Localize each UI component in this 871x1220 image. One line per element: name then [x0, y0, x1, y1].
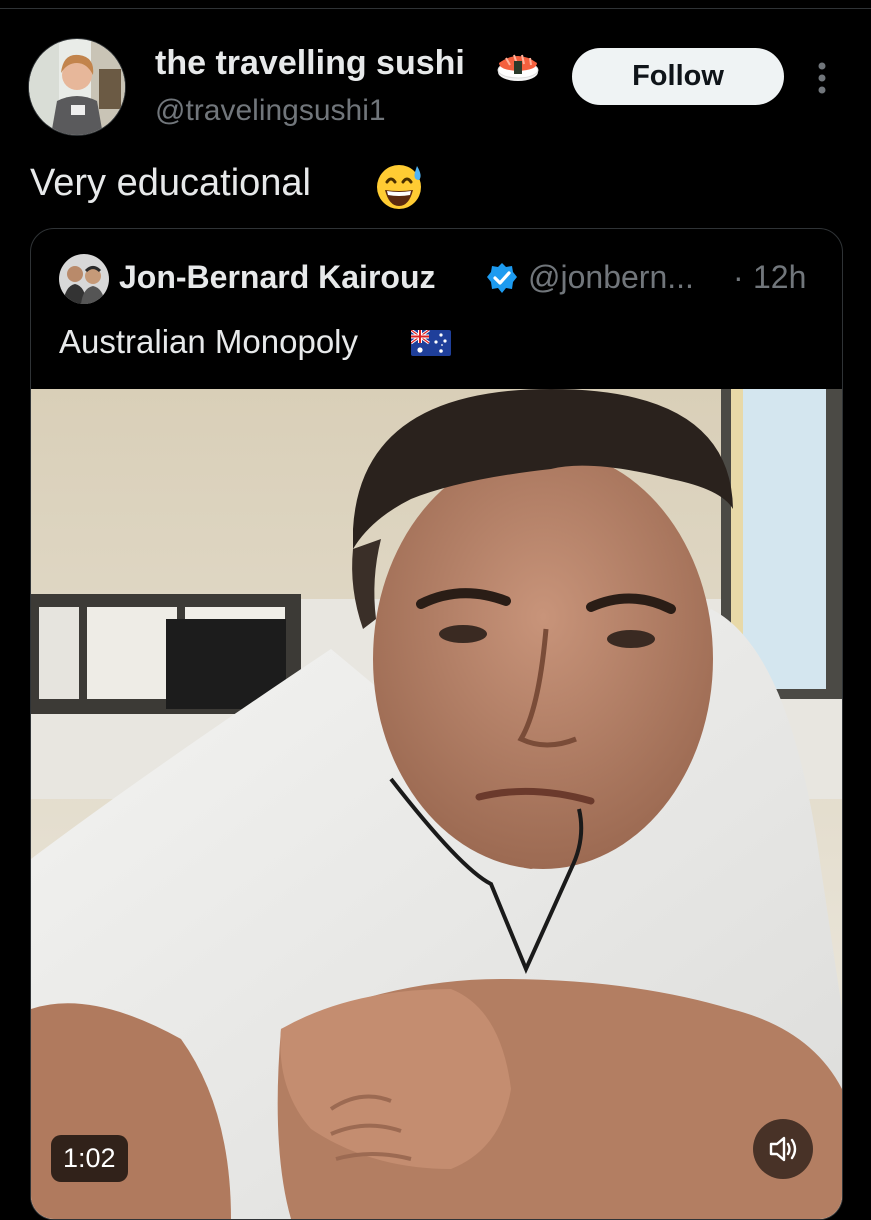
- quoted-author-name[interactable]: Jon-Bernard Kairouz: [119, 259, 435, 296]
- author-avatar[interactable]: [28, 38, 126, 136]
- separator-dot: ·: [733, 259, 744, 295]
- author-display-name[interactable]: the travelling sushi: [155, 44, 465, 83]
- video-duration-badge: 1:02: [51, 1135, 128, 1182]
- volume-button[interactable]: [753, 1119, 813, 1179]
- quoted-tweet-card[interactable]: Jon-Bernard Kairouz @jonbern... · 12h Au…: [30, 228, 843, 1220]
- follow-button[interactable]: Follow: [572, 48, 784, 105]
- quoted-author-handle[interactable]: @jonbern...: [528, 259, 694, 296]
- video-player[interactable]: 1:02: [31, 389, 842, 1219]
- author-handle[interactable]: @travelingsushi1: [155, 94, 386, 128]
- tweet-text: Very educational: [30, 162, 311, 204]
- quoted-author-avatar[interactable]: [59, 254, 109, 304]
- sushi-icon: [497, 54, 539, 81]
- volume-icon: [769, 1136, 797, 1162]
- quoted-tweet-text: Australian Monopoly: [59, 323, 358, 360]
- grinning-sweat-emoji: [377, 165, 421, 209]
- australia-flag-icon: [411, 330, 451, 356]
- verified-badge-icon: [487, 263, 517, 293]
- video-frame: [31, 389, 842, 1219]
- quoted-timestamp[interactable]: 12h: [753, 259, 806, 296]
- more-dots-icon[interactable]: [810, 58, 834, 98]
- top-divider: [0, 8, 871, 9]
